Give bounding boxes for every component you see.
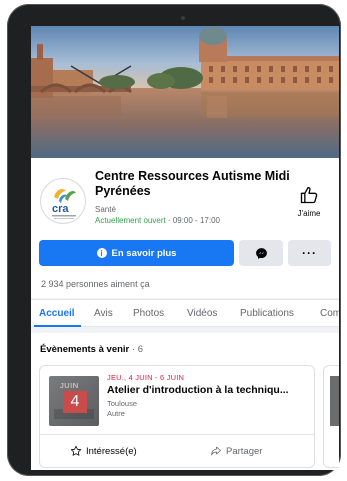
learn-more-button[interactable]: i En savoir plus [39, 240, 234, 266]
page-logo[interactable]: cra [40, 178, 86, 224]
share-label: Partager [226, 445, 263, 457]
calendar-day: 4 [63, 391, 87, 413]
next-event-card[interactable] [323, 365, 339, 468]
screen: cra Centre Ressources Autisme Midi Pyrén… [31, 26, 339, 470]
event-location: Toulouse [107, 399, 138, 408]
tab-communaute[interactable]: Com [320, 308, 339, 319]
thumbs-up-icon [300, 186, 318, 204]
page-tabs: Accueil Avis Photos Vidéos Publications … [31, 299, 339, 327]
interested-button[interactable]: Intéressé(e) [70, 445, 137, 457]
opening-hours: Actuellement ouvert · 09:00 - 17:00 [95, 216, 220, 225]
event-date: JEU., 4 JUIN - 6 JUIN [107, 373, 185, 382]
page-header-card: cra Centre Ressources Autisme Midi Pyrén… [31, 158, 339, 272]
likes-summary: 2 934 personnes aiment ça [31, 272, 339, 298]
tab-photos[interactable]: Photos [133, 308, 164, 319]
star-icon [70, 445, 82, 456]
event-calendar-image: JUIN 4 [49, 376, 99, 426]
like-button[interactable]: J'aime [293, 185, 325, 218]
event-card[interactable]: JUIN 4 JEU., 4 JUIN - 6 JUIN Atelier d'i… [39, 365, 315, 468]
next-event-image [330, 376, 339, 426]
tab-publications[interactable]: Publications [240, 308, 294, 319]
page-category: Santé [95, 205, 116, 214]
info-icon: i [96, 248, 107, 258]
active-tab-indicator [34, 325, 81, 327]
messenger-icon [255, 247, 267, 259]
events-count: · 6 [129, 344, 143, 355]
tab-accueil[interactable]: Accueil [39, 308, 75, 319]
logo-text: cra [52, 203, 69, 215]
open-status: Actuellement ouvert [95, 216, 166, 225]
event-title[interactable]: Atelier d'introduction à la techniqu... [107, 384, 312, 396]
upcoming-events-section: Évènements à venir · 6 JUIN 4 JEU., 4 JU… [31, 333, 339, 470]
events-heading: Évènements à venir · 6 [40, 344, 143, 355]
event-category: Autre [107, 409, 125, 418]
learn-more-label: En savoir plus [111, 247, 177, 259]
cra-logo-icon: cra [52, 189, 76, 219]
calendar-month: JUIN [60, 381, 79, 390]
interested-label: Intéressé(e) [86, 445, 137, 457]
page-title: Centre Ressources Autisme Midi Pyrénées [95, 169, 290, 198]
tablet-frame: cra Centre Ressources Autisme Midi Pyrén… [7, 4, 341, 476]
messenger-button[interactable] [239, 240, 283, 266]
like-label: J'aime [297, 209, 321, 218]
share-icon [211, 446, 221, 456]
events-title: Évènements à venir [40, 344, 130, 355]
hours-range: · 09:00 - 17:00 [165, 216, 220, 225]
tab-avis[interactable]: Avis [94, 308, 113, 319]
tab-videos[interactable]: Vidéos [187, 308, 217, 319]
event-actions: Intéressé(e) Partager [40, 434, 314, 467]
cover-photo-illustration [31, 26, 339, 158]
more-options-button[interactable]: ··· [288, 240, 331, 266]
cover-photo[interactable] [31, 26, 339, 158]
camera-dot [181, 16, 185, 20]
likes-count-text: 2 934 personnes aiment ça [41, 279, 150, 289]
share-button[interactable]: Partager [210, 445, 262, 457]
